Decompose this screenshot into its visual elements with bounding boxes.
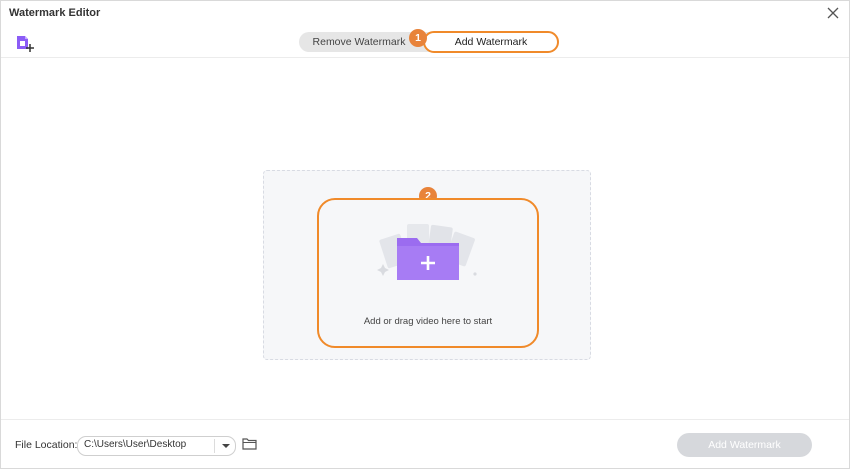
select-divider	[214, 439, 215, 453]
tab-add-watermark[interactable]: Add Watermark	[423, 31, 559, 53]
folder-icon[interactable]	[242, 438, 257, 450]
close-icon[interactable]	[825, 5, 841, 21]
title-bar: Watermark Editor Remove Watermark Add Wa…	[1, 1, 849, 58]
tab-remove-watermark[interactable]: Remove Watermark	[299, 32, 419, 52]
step-badge-1: 1	[409, 29, 427, 47]
folder-illustration-icon	[377, 224, 477, 280]
footer-bar: File Location: C:\Users\User\Desktop Add…	[1, 419, 849, 468]
watermark-editor-window: Watermark Editor Remove Watermark Add Wa…	[0, 0, 850, 469]
video-dropzone[interactable]: Add or drag video here to start	[317, 198, 539, 348]
add-watermark-button[interactable]: Add Watermark	[677, 433, 812, 457]
file-location-label: File Location:	[15, 439, 78, 451]
mode-tabs: Remove Watermark Add Watermark	[299, 31, 559, 53]
dropzone-text: Add or drag video here to start	[363, 316, 493, 327]
window-title: Watermark Editor	[9, 7, 101, 19]
file-location-select[interactable]: C:\Users\User\Desktop	[77, 436, 236, 456]
file-location-value: C:\Users\User\Desktop	[84, 439, 187, 450]
chevron-down-icon[interactable]	[221, 442, 231, 450]
add-file-icon[interactable]	[15, 34, 35, 54]
